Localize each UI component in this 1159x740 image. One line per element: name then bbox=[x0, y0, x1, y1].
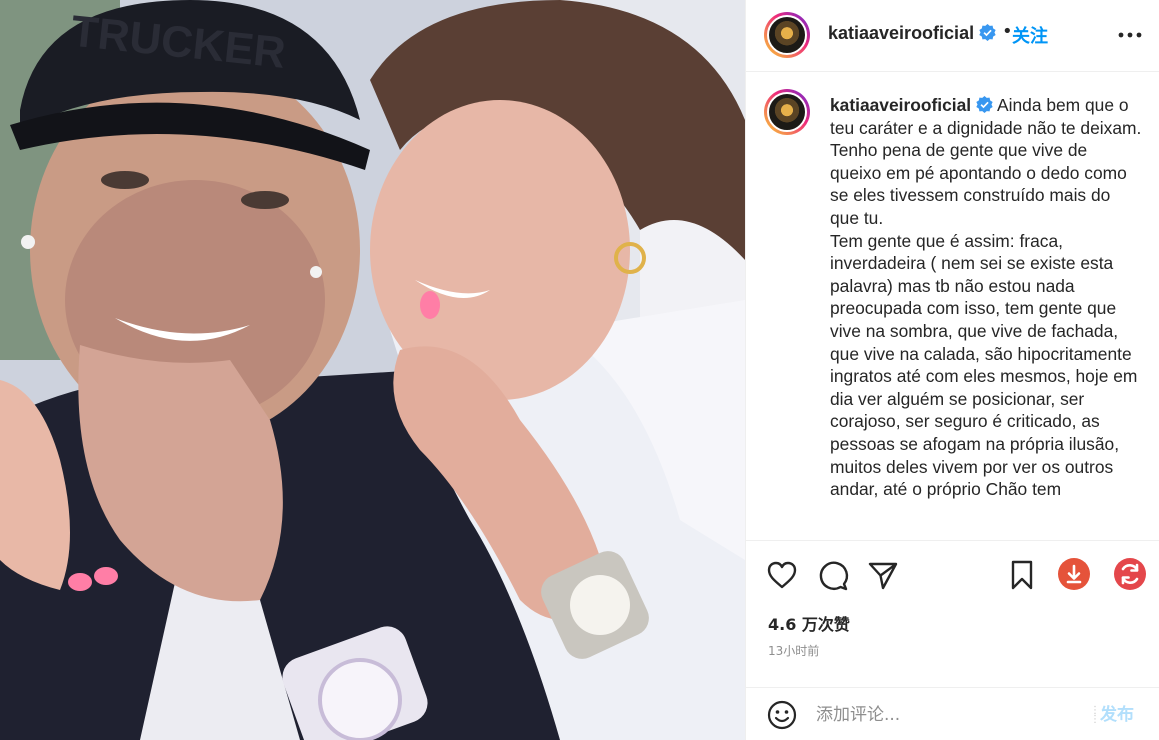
post-header: katiaaveirooficial • 关注 bbox=[746, 0, 1159, 72]
post-timestamp[interactable]: 13小时前 bbox=[768, 642, 819, 659]
like-count[interactable]: 4.6 万次赞 bbox=[768, 611, 850, 635]
more-horizontal-icon[interactable] bbox=[1115, 22, 1145, 48]
send-icon[interactable] bbox=[866, 558, 900, 592]
download-icon[interactable] bbox=[1057, 557, 1091, 591]
author-avatar[interactable] bbox=[764, 12, 810, 58]
verified-badge-icon bbox=[979, 24, 996, 41]
add-comment-bar: ⋮⋮ 发布 bbox=[746, 687, 1159, 740]
comment-input[interactable] bbox=[816, 700, 1066, 730]
post-actions: 4.6 万次赞 13小时前 ⋮⋮ 发布 bbox=[746, 540, 1159, 740]
caption-username[interactable]: katiaaveirooficial bbox=[830, 95, 971, 115]
caption-author-avatar[interactable] bbox=[764, 89, 810, 135]
post-comment-button[interactable]: 发布 bbox=[1100, 700, 1134, 725]
comment-icon[interactable] bbox=[816, 558, 850, 592]
emoji-icon[interactable] bbox=[765, 698, 799, 732]
caption-verified-badge-icon bbox=[976, 96, 993, 113]
caption-text: katiaaveirooficial Ainda bem que o teu c… bbox=[830, 94, 1142, 501]
bookmark-icon[interactable] bbox=[1005, 558, 1039, 592]
post-photo[interactable]: TRUCKER bbox=[0, 0, 745, 740]
post-side-panel: katiaaveirooficial • 关注 katiaaveiroofici… bbox=[745, 0, 1159, 740]
refresh-icon[interactable] bbox=[1113, 557, 1147, 591]
caption-body: Ainda bem que o teu caráter e a dignidad… bbox=[830, 95, 1142, 500]
heart-icon[interactable] bbox=[765, 558, 799, 592]
input-resize-grip-icon[interactable]: ⋮ ⋮ bbox=[1090, 706, 1100, 725]
caption-area: katiaaveirooficial Ainda bem que o teu c… bbox=[746, 72, 1159, 540]
author-name-wrap: katiaaveirooficial bbox=[828, 23, 996, 44]
author-username[interactable]: katiaaveirooficial bbox=[828, 23, 974, 43]
follow-button[interactable]: 关注 bbox=[1012, 22, 1048, 48]
photo-illustration: TRUCKER bbox=[0, 0, 745, 740]
